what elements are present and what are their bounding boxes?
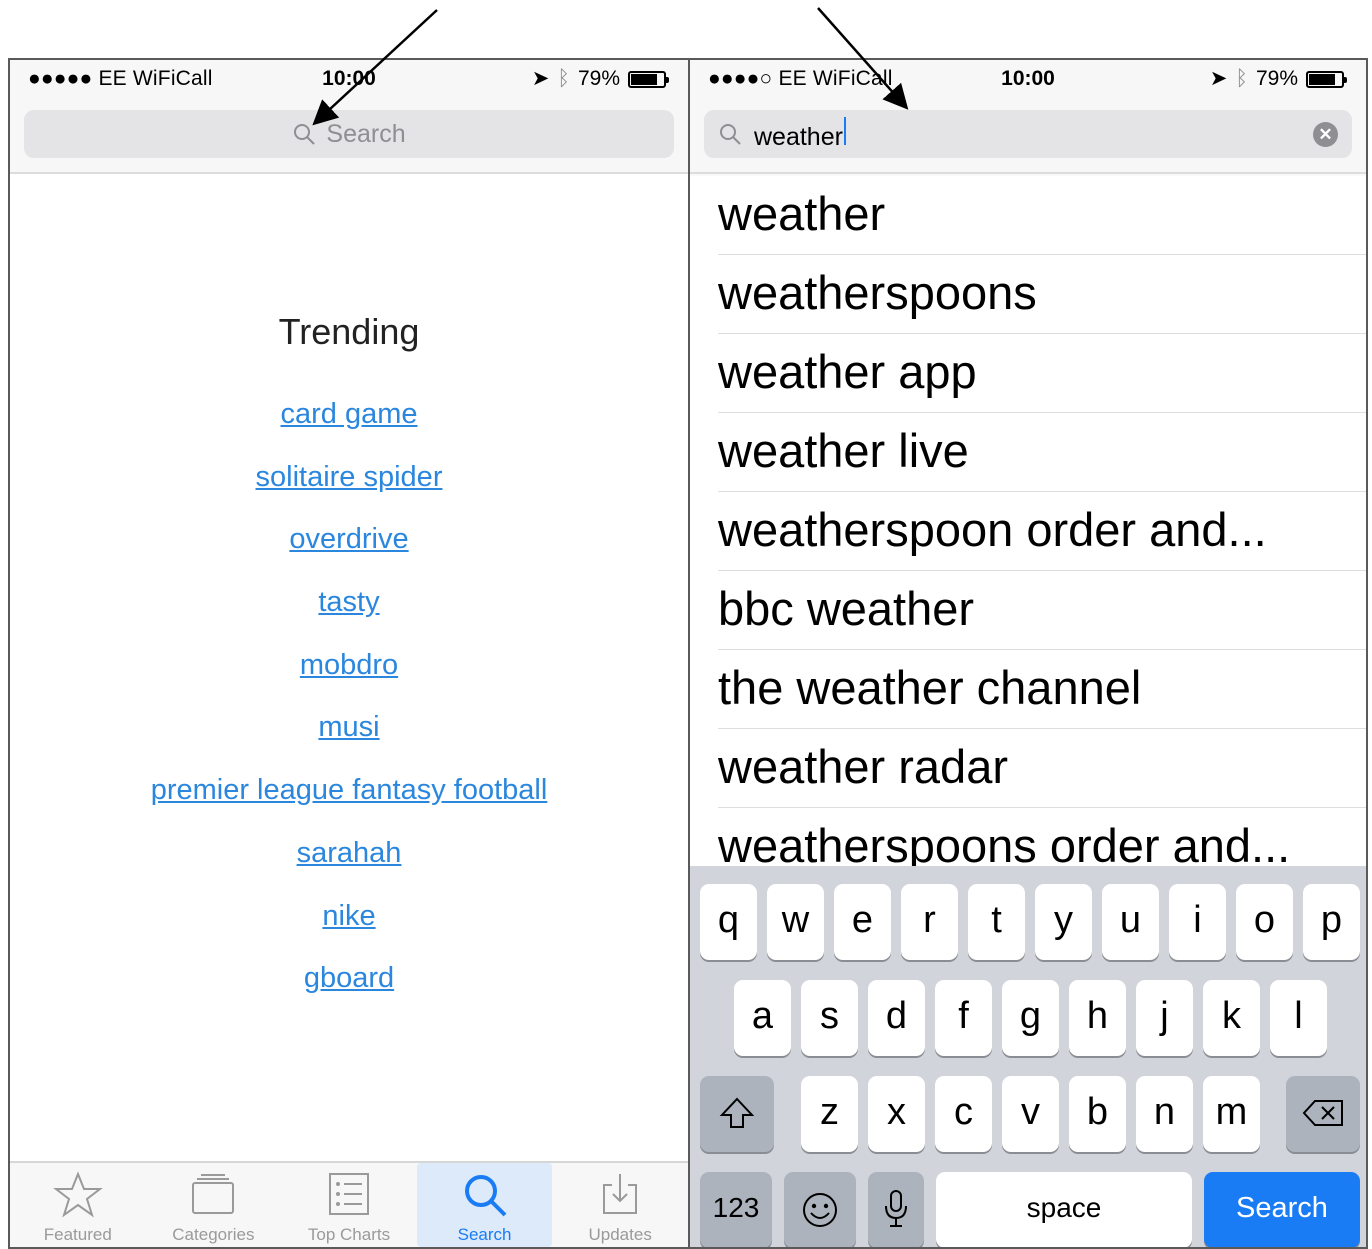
search-placeholder: Search <box>326 119 406 148</box>
search-input[interactable]: Search <box>24 110 674 158</box>
key-r[interactable]: r <box>901 884 958 960</box>
key-e[interactable]: e <box>834 884 891 960</box>
key-w[interactable]: w <box>767 884 824 960</box>
microphone-icon <box>885 1190 907 1227</box>
trending-link[interactable]: solitaire spider <box>10 457 688 520</box>
trending-link[interactable]: card game <box>10 394 688 457</box>
trending-link[interactable]: mobdro <box>10 645 688 708</box>
key-m[interactable]: m <box>1203 1076 1260 1152</box>
key-f[interactable]: f <box>935 980 992 1056</box>
search-icon <box>294 124 316 145</box>
key-x[interactable]: x <box>868 1076 925 1152</box>
text-cursor <box>843 116 846 145</box>
emoji-key[interactable] <box>784 1172 856 1247</box>
shift-key[interactable] <box>700 1076 774 1152</box>
key-t[interactable]: t <box>968 884 1025 960</box>
suggestion-item[interactable]: weather radar <box>718 729 1366 808</box>
key-p[interactable]: p <box>1303 884 1360 960</box>
tab-bar: Featured Categories Top Charts Search Up… <box>10 1161 688 1247</box>
key-i[interactable]: i <box>1169 884 1226 960</box>
key-n[interactable]: n <box>1136 1076 1193 1152</box>
list-icon <box>328 1173 369 1215</box>
key-v[interactable]: v <box>1002 1076 1059 1152</box>
emoji-icon <box>803 1193 837 1227</box>
trending-link[interactable]: sarahah <box>10 833 688 896</box>
suggestion-item[interactable]: weather live <box>718 413 1366 492</box>
key-k[interactable]: k <box>1203 980 1260 1056</box>
trending-link[interactable]: overdrive <box>10 519 688 582</box>
trending-link[interactable]: nike <box>10 896 688 959</box>
search-key[interactable]: Search <box>1204 1172 1360 1247</box>
key-c[interactable]: c <box>935 1076 992 1152</box>
left-phone-screen: ●●●●● EE WiFiCall 10:00 ➤ ᛒ 79% Search T… <box>8 58 688 1249</box>
tab-updates[interactable]: Updates <box>552 1163 688 1247</box>
space-key[interactable]: space <box>936 1172 1192 1247</box>
search-query: weather <box>754 116 846 152</box>
trending-link[interactable]: tasty <box>10 582 688 645</box>
star-icon <box>52 1171 103 1218</box>
key-s[interactable]: s <box>801 980 858 1056</box>
status-right: ➤ ᛒ 79% <box>1209 60 1347 98</box>
location-icon: ➤ <box>531 67 550 90</box>
status-bar: ●●●●● EE WiFiCall 10:00 ➤ ᛒ 79% <box>10 60 688 98</box>
suggestion-item[interactable]: weatherspoon order and... <box>718 492 1366 571</box>
trending-link[interactable]: musi <box>10 707 688 770</box>
search-bar-area: weather ✕ <box>690 98 1366 174</box>
tab-categories[interactable]: Categories <box>146 1163 282 1247</box>
key-l[interactable]: l <box>1270 980 1327 1056</box>
key-j[interactable]: j <box>1136 980 1193 1056</box>
dictation-key[interactable] <box>868 1172 924 1247</box>
status-right: ➤ ᛒ 79% <box>531 60 669 98</box>
key-y[interactable]: y <box>1035 884 1092 960</box>
status-bar: ●●●●○ EE WiFiCall 10:00 ➤ ᛒ 79% <box>690 60 1366 98</box>
key-b[interactable]: b <box>1069 1076 1126 1152</box>
right-phone-screen: ●●●●○ EE WiFiCall 10:00 ➤ ᛒ 79% weather … <box>688 58 1368 1249</box>
search-icon <box>720 124 741 145</box>
key-h[interactable]: h <box>1069 980 1126 1056</box>
location-icon: ➤ <box>1209 67 1228 90</box>
keyboard: q w e r t y u i o p a s d f g h j k l z … <box>690 866 1366 1247</box>
battery-percent: 79% <box>1255 67 1298 90</box>
suggestion-item[interactable]: the weather channel <box>718 650 1366 729</box>
key-d[interactable]: d <box>868 980 925 1056</box>
suggestion-item[interactable]: weather app <box>718 334 1366 413</box>
key-a[interactable]: a <box>734 980 791 1056</box>
tab-featured[interactable]: Featured <box>10 1163 146 1247</box>
battery-icon <box>1306 70 1347 88</box>
search-icon <box>464 1175 506 1217</box>
battery-icon <box>628 70 669 88</box>
suggestion-item[interactable]: weatherspoons <box>718 255 1366 334</box>
search-bar-area: Search <box>10 98 688 174</box>
tab-search[interactable]: Search <box>416 1163 553 1247</box>
trending-link[interactable]: premier league fantasy football <box>10 770 688 833</box>
suggestion-item[interactable]: weather <box>718 176 1366 255</box>
download-icon <box>603 1174 638 1214</box>
clear-icon[interactable]: ✕ <box>1313 122 1338 147</box>
categories-icon <box>192 1174 235 1214</box>
trending-section: Trending card game solitaire spider over… <box>10 310 688 1021</box>
key-z[interactable]: z <box>801 1076 858 1152</box>
suggestion-item[interactable]: bbc weather <box>718 571 1366 650</box>
backspace-key[interactable] <box>1286 1076 1360 1152</box>
shift-icon <box>719 1097 755 1128</box>
key-g[interactable]: g <box>1002 980 1059 1056</box>
key-q[interactable]: q <box>700 884 757 960</box>
backspace-icon <box>1302 1100 1343 1126</box>
bluetooth-icon: ᛒ <box>1235 67 1248 90</box>
trending-link[interactable]: gboard <box>10 958 688 1021</box>
key-u[interactable]: u <box>1102 884 1159 960</box>
search-input[interactable]: weather ✕ <box>704 110 1352 158</box>
suggestion-list: weather weatherspoons weather app weathe… <box>690 176 1366 887</box>
key-o[interactable]: o <box>1236 884 1293 960</box>
numbers-key[interactable]: 123 <box>700 1172 772 1247</box>
trending-title: Trending <box>278 311 420 352</box>
battery-percent: 79% <box>577 67 620 90</box>
tab-top-charts[interactable]: Top Charts <box>281 1163 417 1247</box>
bluetooth-icon: ᛒ <box>557 67 570 90</box>
